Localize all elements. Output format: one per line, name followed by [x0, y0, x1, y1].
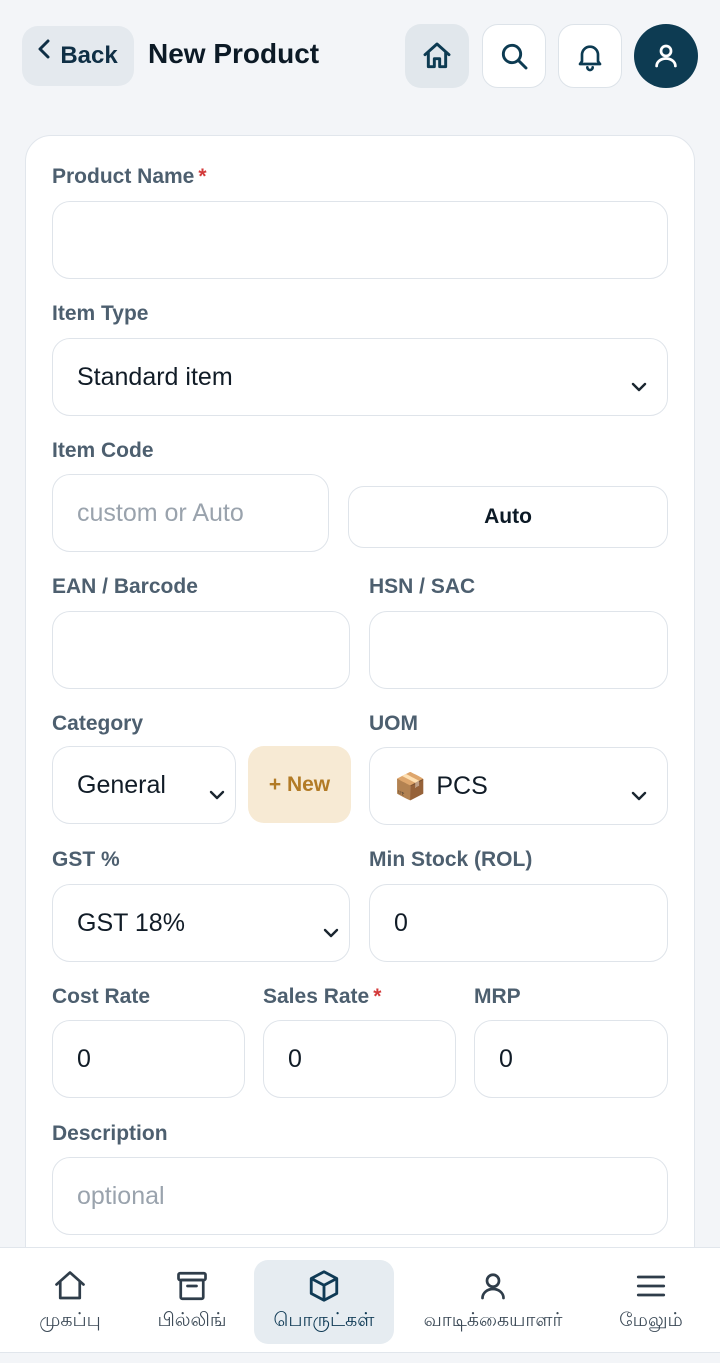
chevron-down-icon — [323, 917, 339, 946]
auto-code-button[interactable]: Auto — [348, 486, 668, 548]
sales-rate-input[interactable]: 0 — [263, 1020, 456, 1098]
back-label: Back — [60, 42, 118, 69]
nav-item-label: பொருட்கள் — [273, 1310, 375, 1331]
required-marker: * — [373, 985, 382, 1008]
user-icon — [655, 44, 677, 68]
product-name-input[interactable] — [52, 201, 668, 279]
home-icon — [52, 1266, 88, 1306]
gst-label: GST % — [52, 848, 120, 871]
bottom-navigation: முகப்பு பில்லிங் பொருட்கள் வாடிக்கையாளர்… — [0, 1247, 720, 1363]
box-icon — [306, 1266, 342, 1306]
chevron-down-icon — [631, 780, 647, 809]
page-title: New Product — [148, 38, 320, 69]
category-select[interactable]: General — [52, 746, 236, 824]
description-label: Description — [52, 1122, 168, 1145]
search-button[interactable] — [482, 24, 546, 88]
item-code-label: Item Code — [52, 439, 154, 462]
chevron-left-icon — [38, 38, 50, 66]
system-bar — [0, 1352, 720, 1363]
cost-rate-input[interactable]: 0 — [52, 1020, 245, 1098]
uom-label: UOM — [369, 712, 418, 735]
menu-icon — [633, 1266, 669, 1306]
gst-select[interactable]: GST 18% — [52, 884, 350, 962]
item-type-select[interactable]: Standard item — [52, 338, 668, 416]
item-type-label: Item Type — [52, 302, 149, 325]
bell-icon — [578, 45, 602, 72]
product-name-label: Product Name * — [52, 165, 207, 188]
cost-rate-label: Cost Rate — [52, 985, 151, 1008]
min-stock-label: Min Stock (ROL) — [369, 848, 533, 871]
nav-item-label: வாடிக்கையாளர் — [423, 1310, 563, 1331]
search-icon — [501, 43, 528, 70]
chevron-down-icon — [209, 779, 225, 808]
nav-item-home[interactable]: முகப்பு — [0, 1260, 140, 1344]
min-stock-input[interactable]: 0 — [369, 884, 668, 962]
notifications-button[interactable] — [558, 24, 622, 88]
profile-avatar[interactable] — [634, 24, 698, 88]
sales-rate-label: Sales Rate * — [263, 985, 382, 1008]
uom-select[interactable]: 📦 PCS — [369, 747, 668, 825]
required-marker: * — [198, 165, 207, 188]
package-icon: 📦 — [394, 770, 427, 801]
top-bar: Back New Product — [0, 0, 720, 110]
hsn-label: HSN / SAC — [369, 575, 476, 598]
nav-item-products[interactable]: பொருட்கள் — [254, 1260, 394, 1344]
nav-item-label: மேலும் — [619, 1310, 683, 1331]
nav-item-label: முகப்பு — [39, 1310, 101, 1331]
ean-label: EAN / Barcode — [52, 575, 198, 598]
chevron-down-icon — [631, 371, 647, 400]
user-icon — [475, 1266, 511, 1306]
description-input[interactable]: optional — [52, 1157, 668, 1235]
category-label: Category — [52, 712, 144, 735]
new-category-button[interactable]: + New — [248, 746, 351, 823]
back-button[interactable]: Back — [22, 26, 134, 86]
nav-item-more[interactable]: மேலும் — [581, 1260, 720, 1344]
nav-item-billing[interactable]: பில்லிங் — [122, 1260, 262, 1344]
ean-input[interactable] — [52, 611, 350, 689]
hsn-input[interactable] — [369, 611, 668, 689]
nav-item-customers[interactable]: வாடிக்கையாளர் — [423, 1260, 563, 1344]
mrp-input[interactable]: 0 — [474, 1020, 668, 1098]
home-icon — [423, 42, 451, 69]
item-code-input[interactable]: custom or Auto — [52, 474, 329, 552]
billing-icon — [174, 1266, 210, 1306]
home-button[interactable] — [405, 24, 469, 88]
mrp-label: MRP — [474, 985, 521, 1008]
nav-item-label: பில்லிங் — [157, 1310, 227, 1331]
